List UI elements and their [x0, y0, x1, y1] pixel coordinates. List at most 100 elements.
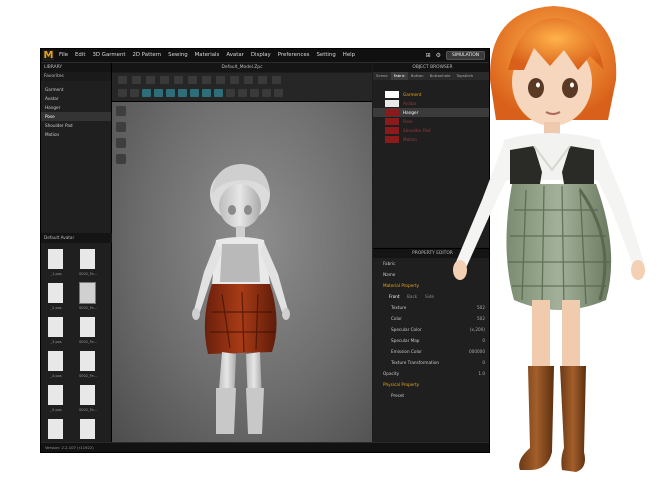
color-swatch	[385, 91, 399, 98]
hanger-tool-icon[interactable]	[116, 138, 126, 148]
library-item[interactable]: Motion	[41, 130, 111, 139]
avatar-tool-icon[interactable]	[116, 106, 126, 116]
toolbar-button[interactable]	[274, 89, 283, 97]
file-icon	[80, 385, 95, 405]
library-title: LIBRARY	[41, 63, 111, 72]
library-subfolder: Default Avatar	[41, 233, 114, 243]
file-icon	[80, 249, 95, 269]
property-label: Specular Map	[391, 338, 420, 343]
menu-item[interactable]: Help	[343, 49, 355, 62]
object-label: Avatar	[403, 101, 417, 106]
library-file[interactable]: S002_Fe...	[77, 282, 99, 319]
toolbar-button[interactable]	[142, 89, 151, 97]
preset-label: Preset	[391, 393, 405, 398]
library-favorites[interactable]: Favorites	[41, 72, 111, 81]
library-file[interactable]: S002_Fe...	[77, 249, 99, 285]
menu-item[interactable]: Materials	[195, 49, 220, 62]
file-icon	[48, 283, 63, 303]
skin-tool-icon[interactable]	[116, 154, 126, 164]
library-file[interactable]: _2.pos	[45, 283, 67, 319]
toolbar-button[interactable]	[202, 89, 211, 97]
toolbar-button[interactable]	[190, 89, 199, 97]
toolbar-button[interactable]	[178, 89, 187, 97]
object-label: Hanger	[403, 110, 419, 115]
toolbar-button[interactable]	[258, 76, 267, 84]
toolbar-button[interactable]	[130, 89, 139, 97]
character-illustration	[453, 6, 645, 472]
library-item[interactable]: Shoulder Pad	[41, 121, 111, 130]
menu-item[interactable]: 2D Pattern	[132, 49, 161, 62]
toolbar-button[interactable]	[238, 89, 247, 97]
toolbar-button[interactable]	[132, 76, 141, 84]
menu-item[interactable]: Preferences	[278, 49, 310, 62]
file-label: S002_Fe...	[79, 408, 97, 412]
toolbar-button[interactable]	[226, 89, 235, 97]
menu-item[interactable]: Setting	[316, 49, 335, 62]
toolbar-button[interactable]	[202, 76, 211, 84]
character-render	[430, 0, 667, 483]
viewport-tools	[116, 106, 128, 170]
library-panel: LIBRARY Favorites Garment Avatar Hanger Pos…	[41, 63, 114, 446]
toolbar-button[interactable]	[244, 76, 253, 84]
3d-viewport[interactable]	[112, 102, 372, 442]
toolbar-button[interactable]	[160, 76, 169, 84]
menu-item[interactable]: File	[59, 49, 68, 62]
face-tab[interactable]: Front	[389, 291, 400, 302]
menu-item[interactable]: 3D Garment	[92, 49, 125, 62]
library-item[interactable]: Garment	[41, 85, 111, 94]
toolbar-button[interactable]	[118, 89, 127, 97]
object-browser-tab[interactable]: Button	[408, 72, 427, 80]
toolbar-button[interactable]	[272, 76, 281, 84]
menu-bar: M File Edit 3D Garment 2D Pattern Sewing Mate…	[41, 49, 489, 63]
fabric-label: Fabric	[383, 261, 396, 266]
menu-item[interactable]: Edit	[75, 49, 85, 62]
library-file[interactable]: S002_Fe...	[77, 351, 99, 387]
viewport-toolbar	[112, 73, 372, 102]
viewport-title: Default_Model.Zpc	[112, 63, 372, 72]
library-file[interactable]: _4.pos	[45, 351, 67, 387]
toolbar-button[interactable]	[216, 76, 225, 84]
library-file[interactable]: _5.pos	[45, 385, 67, 421]
toolbar-button[interactable]	[166, 89, 175, 97]
toolbar-button[interactable]	[188, 76, 197, 84]
menu-item[interactable]: Display	[251, 49, 271, 62]
material-section-label: Material Property	[383, 283, 420, 288]
toolbar-button[interactable]	[146, 76, 155, 84]
library-file[interactable]: S002_Fe...	[77, 317, 99, 353]
toolbar-button[interactable]	[154, 89, 163, 97]
object-browser-tab[interactable]: Fabric	[390, 72, 408, 80]
toolbar-button[interactable]	[262, 89, 271, 97]
library-file[interactable]: _1.pos	[45, 249, 67, 285]
toolbar-button[interactable]	[230, 76, 239, 84]
app-window: M File Edit 3D Garment 2D Pattern Sewing Mate…	[40, 48, 490, 453]
file-icon	[48, 385, 63, 405]
file-icon	[80, 317, 95, 337]
face-tab[interactable]: Back	[407, 291, 417, 302]
file-icon	[80, 351, 95, 371]
library-file[interactable]: S002_Fe...	[77, 385, 99, 421]
file-label: _1.pos	[50, 272, 62, 276]
property-label: Specular Color	[391, 327, 422, 332]
color-swatch	[385, 118, 399, 125]
toolbar-button[interactable]	[214, 89, 223, 97]
file-label: _5.pos	[50, 408, 62, 412]
library-item[interactable]: Avatar	[41, 94, 111, 103]
avatar-model-3d	[192, 164, 290, 434]
file-label: _2.pos	[50, 306, 62, 310]
object-label: Garment	[403, 92, 422, 97]
library-file[interactable]: _3.pos	[45, 317, 67, 353]
file-label: _3.pos	[50, 340, 62, 344]
main-menu: File Edit 3D Garment 2D Pattern Sewing Materi…	[59, 49, 362, 62]
menu-item[interactable]: Sewing	[168, 49, 187, 62]
color-swatch	[385, 109, 399, 116]
file-label: S002_Fe...	[79, 272, 97, 276]
pose-tool-icon[interactable]	[116, 122, 126, 132]
toolbar-button[interactable]	[174, 76, 183, 84]
object-browser-tab[interactable]: Scene	[373, 72, 391, 80]
toolbar-button[interactable]	[250, 89, 259, 97]
file-icon	[48, 351, 63, 371]
menu-item[interactable]: Avatar	[226, 49, 244, 62]
library-item[interactable]: Hanger	[41, 103, 111, 112]
toolbar-button[interactable]	[118, 76, 127, 84]
library-item[interactable]: Pose	[41, 112, 111, 121]
